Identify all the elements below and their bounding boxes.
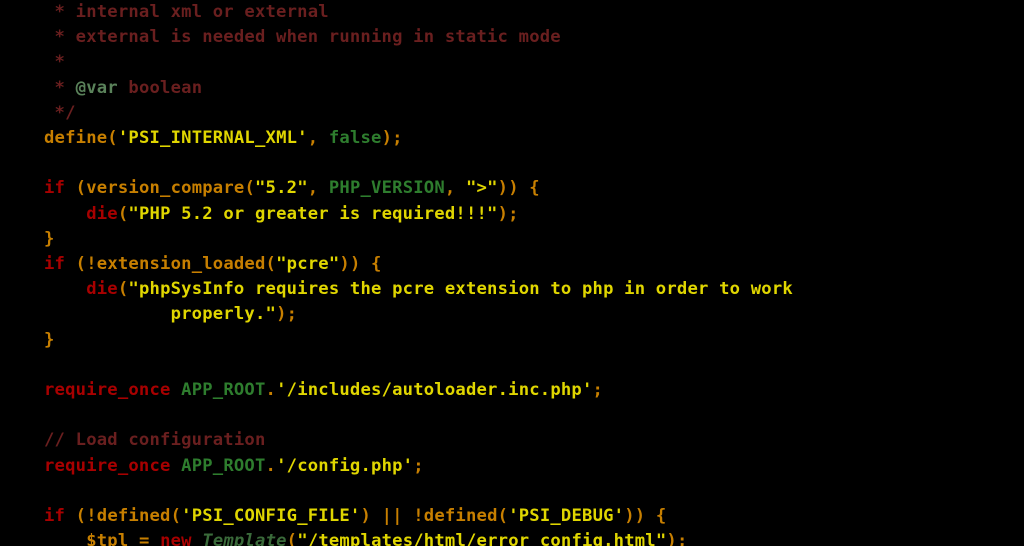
paren: ( xyxy=(266,254,277,274)
paren: ( xyxy=(65,178,86,198)
string: "/templates/html/error_config.html" xyxy=(297,531,666,546)
kw-require-once: require_once xyxy=(44,456,171,476)
doc-tag: @var xyxy=(76,78,118,98)
doc-comment-end: */ xyxy=(44,103,76,123)
brace: )) { xyxy=(339,254,381,274)
doc-comment-line: * xyxy=(44,78,76,98)
string: ">" xyxy=(466,178,498,198)
space xyxy=(171,380,182,400)
paren: ); xyxy=(382,128,403,148)
paren: ) || ! xyxy=(360,506,423,526)
brace: )) { xyxy=(624,506,666,526)
paren: ( xyxy=(118,279,129,299)
kw-if: if xyxy=(44,254,65,274)
paren: ( xyxy=(118,204,129,224)
string: 'PSI_DEBUG' xyxy=(508,506,624,526)
string: "phpSysInfo requires the pcre extension … xyxy=(44,279,793,324)
paren: ( xyxy=(498,506,509,526)
paren: (! xyxy=(65,254,97,274)
code-viewer: * internal xml or external * external is… xyxy=(0,0,1024,546)
string: 'PSI_INTERNAL_XML' xyxy=(118,128,308,148)
paren: ( xyxy=(171,506,182,526)
fn-defined: defined xyxy=(424,506,498,526)
comma: , xyxy=(308,128,329,148)
fn-define: define xyxy=(44,128,107,148)
class-template: Template xyxy=(202,531,286,546)
brace: } xyxy=(44,330,55,350)
fn-version-compare: version_compare xyxy=(86,178,244,198)
string: "pcre" xyxy=(276,254,339,274)
paren: ( xyxy=(287,531,298,546)
semicolon: ; xyxy=(593,380,604,400)
brace: )) { xyxy=(498,178,540,198)
paren: ); xyxy=(276,304,297,324)
fn-extension-loaded: extension_loaded xyxy=(97,254,266,274)
dot: . xyxy=(266,380,277,400)
fn-defined: defined xyxy=(97,506,171,526)
brace: } xyxy=(44,229,55,249)
doc-comment-line: * external is needed when running in sta… xyxy=(44,27,561,47)
kw-require-once: require_once xyxy=(44,380,171,400)
const-app-root: APP_ROOT xyxy=(181,456,265,476)
string: '/config.php' xyxy=(276,456,413,476)
doc-comment-line: * internal xml or external xyxy=(44,2,329,22)
string: '/includes/autoloader.inc.php' xyxy=(276,380,592,400)
var-tpl: $tpl xyxy=(86,531,128,546)
kw-if: if xyxy=(44,506,65,526)
const-false: false xyxy=(329,128,382,148)
comma: , xyxy=(308,178,329,198)
paren: (! xyxy=(65,506,97,526)
paren: ( xyxy=(244,178,255,198)
kw-die: die xyxy=(86,204,118,224)
string: 'PSI_CONFIG_FILE' xyxy=(181,506,360,526)
kw-new: new xyxy=(160,531,192,546)
string: "5.2" xyxy=(255,178,308,198)
string: "PHP 5.2 or greater is required!!!" xyxy=(128,204,497,224)
dot: . xyxy=(266,456,277,476)
space xyxy=(171,456,182,476)
paren: ); xyxy=(666,531,687,546)
kw-die: die xyxy=(86,279,118,299)
doc-comment-line: * xyxy=(44,52,65,72)
line-comment: // Load configuration xyxy=(44,430,266,450)
paren: ( xyxy=(107,128,118,148)
comma: , xyxy=(445,178,466,198)
doc-comment-line: boolean xyxy=(118,78,202,98)
assign: = xyxy=(128,531,160,546)
const-php-version: PHP_VERSION xyxy=(329,178,445,198)
semicolon: ; xyxy=(413,456,424,476)
paren: ); xyxy=(498,204,519,224)
const-app-root: APP_ROOT xyxy=(181,380,265,400)
kw-if: if xyxy=(44,178,65,198)
space xyxy=(192,531,203,546)
